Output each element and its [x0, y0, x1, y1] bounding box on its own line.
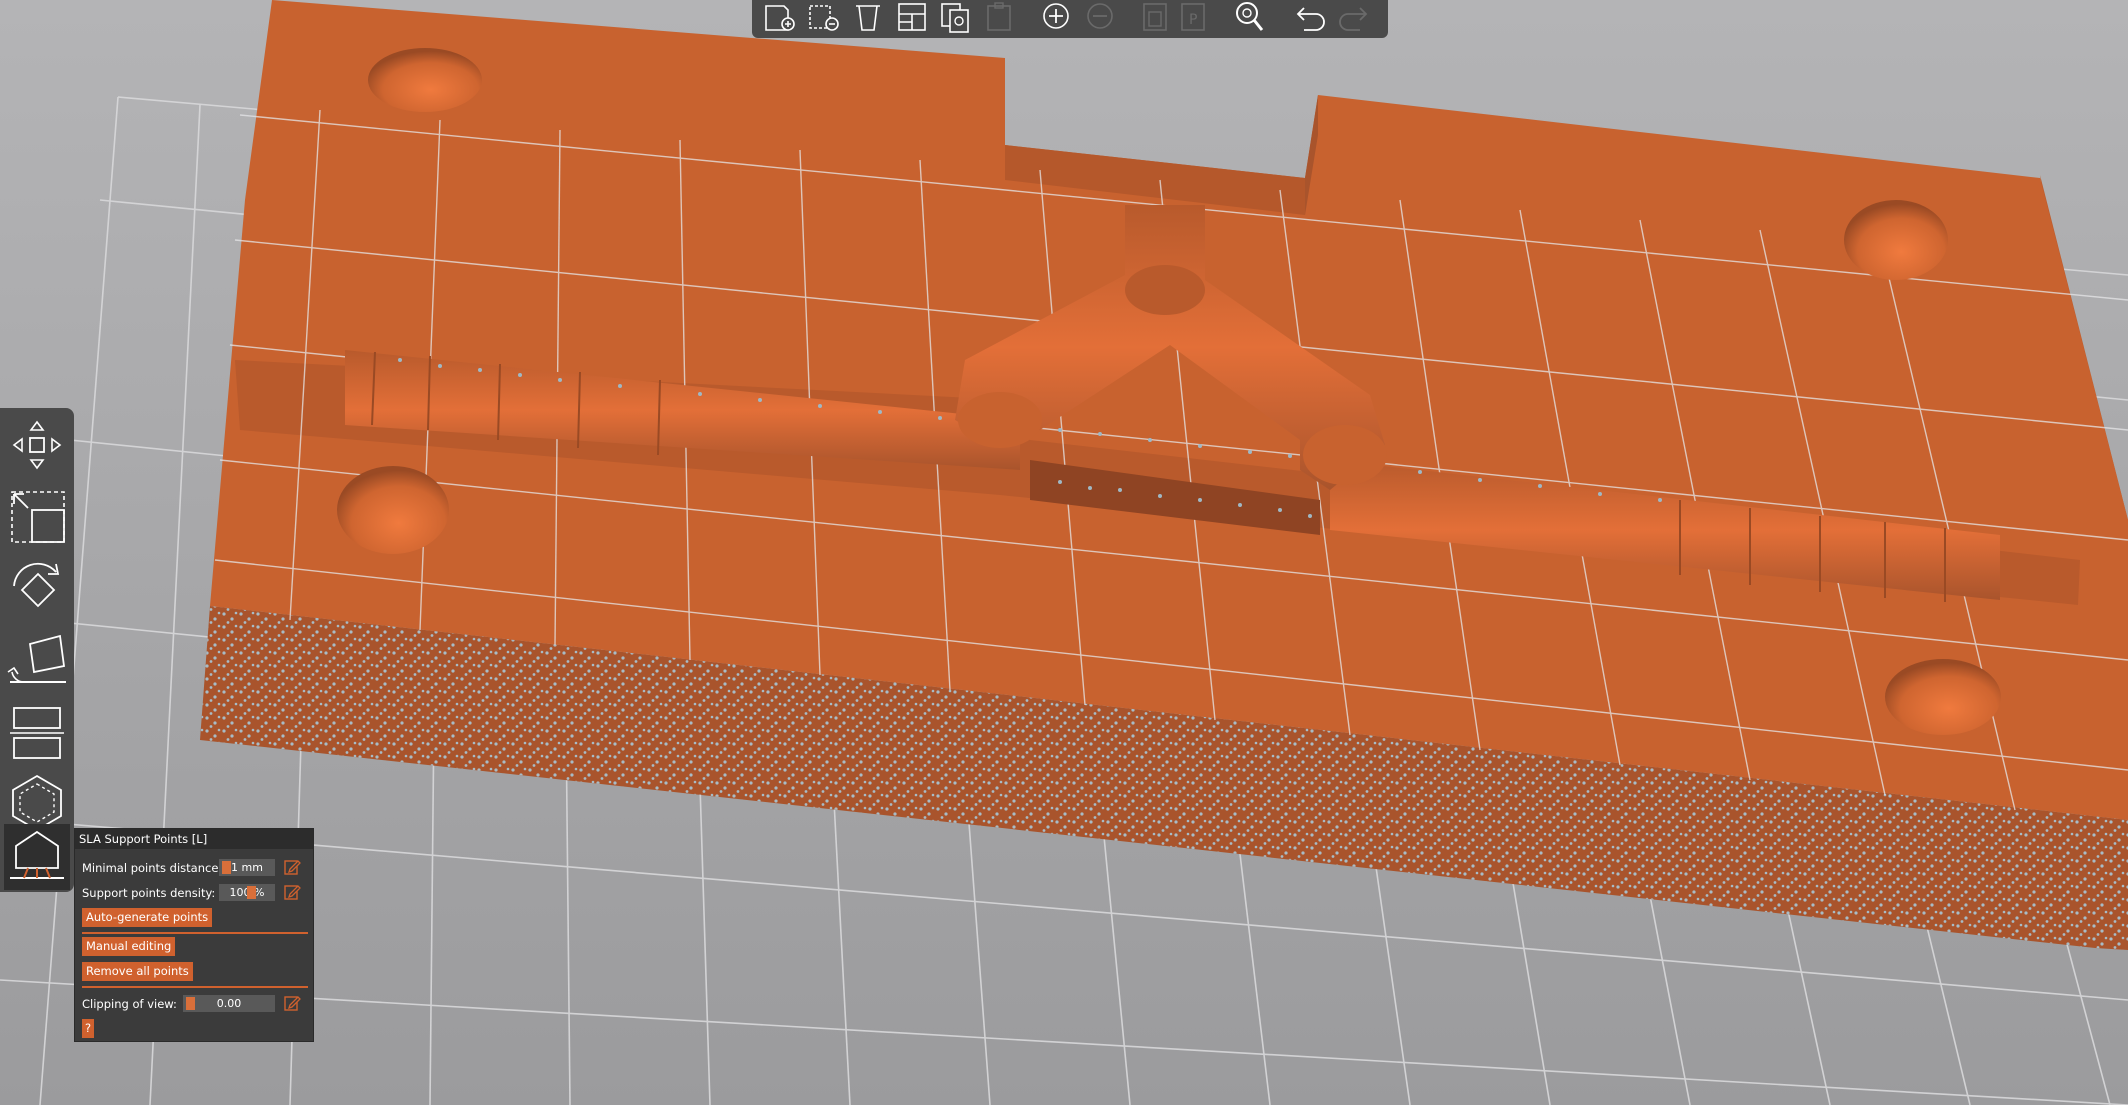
edit-icon[interactable] [283, 858, 301, 876]
arrange-icon[interactable] [890, 0, 934, 34]
sla-support-points-icon[interactable] [4, 824, 70, 890]
redo-icon [1332, 0, 1376, 34]
clipping-slider[interactable]: 0.00 [183, 995, 275, 1012]
cut-icon[interactable] [4, 700, 70, 766]
paste-icon [978, 0, 1022, 34]
slider-handle[interactable] [186, 997, 195, 1010]
manual-editing-button[interactable]: Manual editing [82, 937, 176, 956]
rotate-icon[interactable] [4, 556, 70, 622]
svg-text:P: P [1189, 12, 1197, 28]
split-parts-icon: P [1172, 0, 1216, 34]
dome-bottom-right [1885, 659, 2001, 735]
min-distance-slider[interactable]: 1 mm [219, 859, 275, 876]
scale-icon[interactable] [4, 484, 70, 550]
min-distance-label: Minimal points distance: [82, 861, 223, 875]
top-toolbar: P [752, 0, 1388, 38]
clipping-value: 0.00 [216, 997, 242, 1010]
left-toolbar [0, 408, 74, 892]
slider-handle[interactable] [247, 886, 256, 899]
edit-icon[interactable] [283, 883, 301, 901]
3d-viewport[interactable] [0, 0, 2128, 1105]
slider-handle[interactable] [222, 861, 231, 874]
help-button[interactable]: ? [82, 1019, 95, 1038]
dome-top-left [368, 48, 482, 112]
add-icon[interactable] [758, 0, 802, 34]
auto-generate-button[interactable]: Auto-generate points [82, 908, 213, 927]
search-icon[interactable] [1228, 0, 1272, 34]
copy-icon[interactable] [934, 0, 978, 34]
sla-support-points-panel: SLA Support Points [L] Minimal points di… [74, 828, 314, 1042]
edit-icon[interactable] [283, 994, 301, 1012]
remove-instance-icon [1078, 0, 1122, 34]
min-distance-value: 1 mm [231, 861, 263, 874]
remove-all-points-button[interactable]: Remove all points [82, 962, 193, 981]
separator [82, 986, 308, 988]
clipping-label: Clipping of view: [82, 997, 177, 1011]
separator [82, 932, 308, 934]
dome-top-right [1844, 200, 1948, 280]
move-icon[interactable] [4, 412, 70, 478]
delete-all-icon[interactable] [846, 0, 890, 34]
place-on-face-icon[interactable] [4, 628, 70, 694]
delete-icon[interactable] [802, 0, 846, 34]
undo-icon[interactable] [1288, 0, 1332, 34]
density-label: Support points density: [82, 886, 216, 900]
dome-left [337, 466, 449, 554]
density-slider[interactable]: 100 % [219, 884, 275, 901]
panel-title: SLA Support Points [L] [75, 829, 313, 849]
add-instance-icon[interactable] [1034, 0, 1078, 34]
